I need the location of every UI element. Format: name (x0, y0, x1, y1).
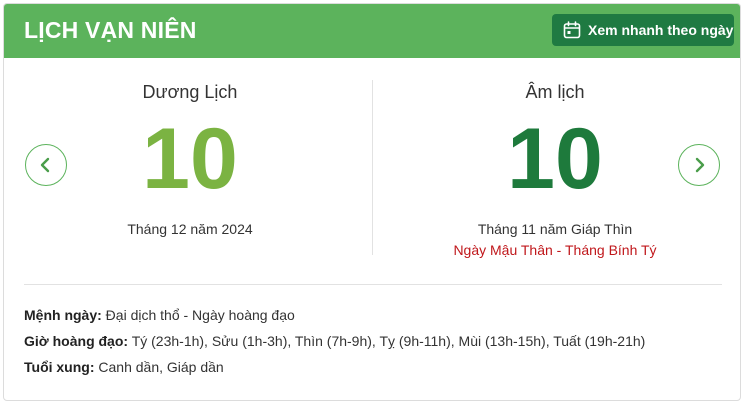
tuoi-xung-label: Tuổi xung: (24, 359, 95, 375)
chevron-left-icon (40, 157, 50, 173)
lunar-month-year: Tháng 11 năm Giáp Thìn (477, 221, 633, 237)
calendar-icon (563, 21, 581, 39)
solar-month-year: Tháng 12 năm 2024 (127, 221, 253, 237)
tuoi-xung-value: Canh dần, Giáp dần (94, 359, 224, 375)
section-divider (24, 284, 722, 285)
previous-day-button[interactable] (25, 144, 67, 186)
gio-hoang-dao-label: Giờ hoàng đạo: (24, 333, 129, 349)
gio-hoang-dao-value: Tý (23h-1h), Sửu (1h-3h), Thìn (7h-9h), … (128, 333, 646, 349)
lunar-title: Âm lịch (525, 82, 585, 102)
chevron-right-icon (695, 157, 705, 173)
gio-hoang-dao-row: Giờ hoàng đạo: Tý (23h-1h), Sửu (1h-3h),… (24, 333, 645, 349)
lunar-can-chi: Ngày Mậu Thân - Tháng Bính Tý (453, 242, 657, 258)
page-title: LỊCH VẠN NIÊN (24, 17, 197, 43)
menh-ngay-value: Đại dịch thổ - Ngày hoàng đạo (101, 307, 295, 323)
quick-view-label: Xem nhanh theo ngày (588, 22, 734, 38)
menh-ngay-row: Mệnh ngày: Đại dịch thổ - Ngày hoàng đạo (24, 307, 295, 323)
menh-ngay-label: Mệnh ngày: (24, 307, 102, 323)
tuoi-xung-row: Tuổi xung: Canh dần, Giáp dần (24, 359, 224, 375)
solar-title: Dương Lịch (142, 82, 238, 102)
quick-view-button[interactable]: Xem nhanh theo ngày (552, 14, 734, 46)
calendar-card: LỊCH VẠN NIÊN Xem nhanh theo ngày Dương … (3, 3, 741, 401)
header-bar: LỊCH VẠN NIÊN Xem nhanh theo ngày (4, 4, 740, 58)
next-day-button[interactable] (678, 144, 720, 186)
